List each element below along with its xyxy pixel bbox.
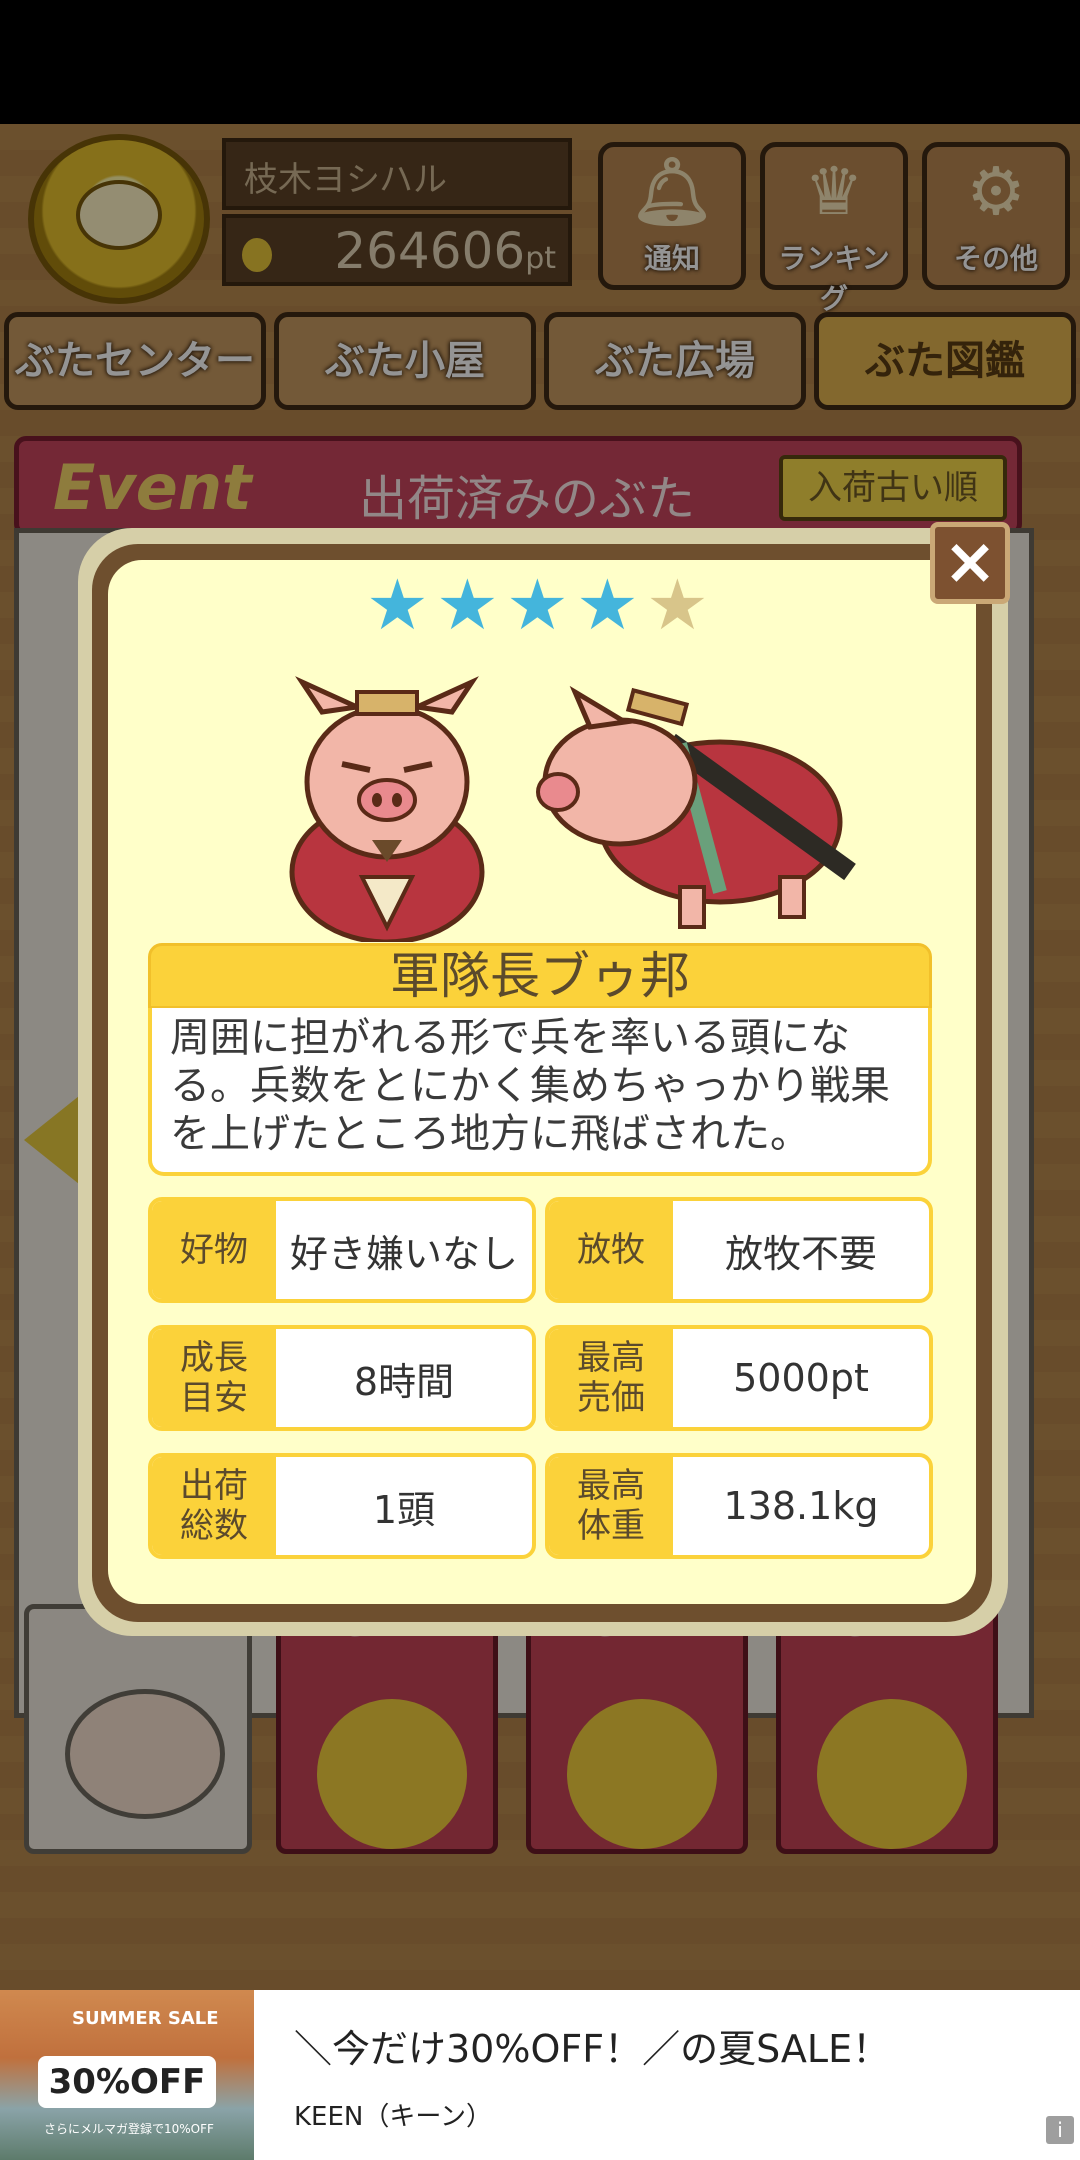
- pig-description: 周囲に担がれる形で兵を率いる頭にな る。兵数をとにかく集めちゃっかり戦果 を上げ…: [148, 1008, 932, 1176]
- star-icon: ★: [646, 564, 709, 646]
- stat-max-weight: 最高 体重 138.1kg: [545, 1453, 933, 1559]
- stat-key: 最高 体重: [549, 1457, 673, 1555]
- pig-description-line: 周囲に担がれる形で兵を率いる頭にな: [170, 1015, 850, 1061]
- stat-key: 成長 目安: [152, 1329, 276, 1427]
- stat-max-price: 最高 売価 5000pt: [545, 1325, 933, 1431]
- star-icon: ★: [506, 564, 569, 646]
- stat-value: 1頭: [372, 1487, 436, 1532]
- pig-front-illustration: [289, 676, 485, 942]
- ad-image-discount: 30%OFF: [38, 2056, 216, 2108]
- ad-image-small-text: さらにメルマガ登録で10%OFF: [44, 2122, 214, 2136]
- ad-image[interactable]: SUMMER SALE 30%OFF さらにメルマガ登録で10%OFF: [0, 1990, 254, 2160]
- pig-side-illustration: [536, 685, 856, 929]
- stat-key: 放牧: [549, 1201, 673, 1299]
- close-button[interactable]: ×: [930, 522, 1010, 604]
- stat-value: 138.1kg: [723, 1484, 879, 1528]
- stat-key: 出荷 総数: [152, 1457, 276, 1555]
- stat-value: 放牧不要: [724, 1231, 877, 1276]
- stat-key: 好物: [152, 1201, 276, 1299]
- ad-info-icon[interactable]: i: [1046, 2116, 1074, 2144]
- stat-grazing: 放牧 放牧不要: [545, 1197, 933, 1303]
- pig-description-line: を上げたところ地方に飛ばされた。: [170, 1111, 810, 1157]
- ad-title[interactable]: ＼今だけ30%OFF！／の夏SALE！: [294, 2018, 890, 2073]
- pig-name: 軍隊長ブゥ邦: [148, 943, 932, 1009]
- star-icon: ★: [576, 564, 639, 646]
- star-icon: ★: [436, 564, 499, 646]
- ad-banner[interactable]: SUMMER SALE 30%OFF さらにメルマガ登録で10%OFF ＼今だけ…: [0, 1990, 1080, 2160]
- stat-value: 好き嫌いなし: [289, 1231, 518, 1276]
- star-icon: ★: [366, 564, 429, 646]
- pig-description-line: る。兵数をとにかく集めちゃっかり戦果: [170, 1063, 890, 1109]
- rarity-stars: ★ ★ ★ ★ ★: [366, 566, 726, 644]
- stat-key: 最高 売価: [549, 1329, 673, 1427]
- stat-value: 8時間: [353, 1359, 455, 1404]
- stat-total-shipped: 出荷 総数 1頭: [148, 1453, 536, 1559]
- ad-advertiser[interactable]: KEEN（キーン）: [294, 2096, 492, 2133]
- stat-value: 5000pt: [733, 1356, 869, 1400]
- stat-favorite-food: 好物 好き嫌いなし: [148, 1197, 536, 1303]
- ad-image-top-text: SUMMER SALE: [72, 2008, 219, 2029]
- stat-growth-time: 成長 目安 8時間: [148, 1325, 536, 1431]
